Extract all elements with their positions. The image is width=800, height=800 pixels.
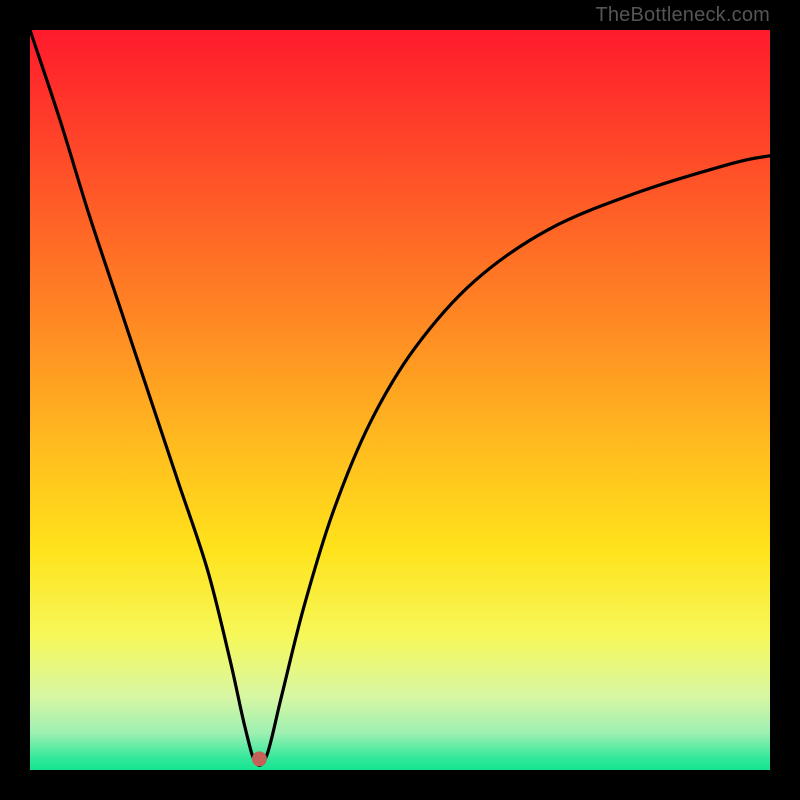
- minimum-dot: [252, 751, 267, 766]
- watermark-text: TheBottleneck.com: [595, 4, 770, 27]
- chart-frame: TheBottleneck.com: [0, 0, 800, 800]
- plot-svg: [30, 30, 770, 770]
- plot-area: [30, 30, 770, 770]
- gradient-rect: [30, 30, 770, 770]
